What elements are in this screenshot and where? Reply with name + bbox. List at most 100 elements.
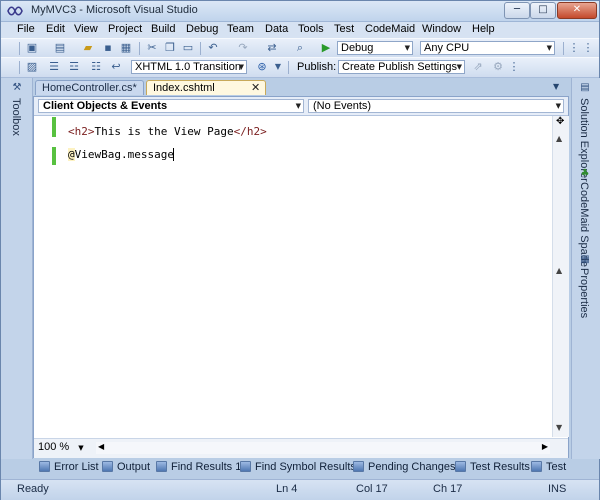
properties-icon[interactable]: ▦ xyxy=(579,254,591,266)
tab-index-cshtml[interactable]: Index.cshtml xyxy=(146,80,266,95)
test-icon xyxy=(531,461,542,472)
events-combo[interactable]: (No Events) ▼ xyxy=(308,99,564,113)
menu-debug[interactable]: Debug xyxy=(186,23,218,35)
objects-combo[interactable]: Client Objects & Events ▼ xyxy=(38,99,304,113)
title-bar: MyMVC3 - Microsoft Visual Studio ─ □ ✕ xyxy=(1,1,599,22)
chevron-down-icon: ▼ xyxy=(295,102,301,110)
publish-settings-value: Create Publish Settings xyxy=(342,61,457,73)
toolbox-icon[interactable]: ⚒ xyxy=(11,82,23,94)
paste-icon[interactable]: ▭ xyxy=(181,41,195,55)
chevron-down-icon: ▼ xyxy=(555,102,561,110)
validation-icon[interactable]: ⊛ xyxy=(255,60,269,74)
solution-platform-combo[interactable]: Any CPU ▼ xyxy=(420,41,555,55)
toolbox-tab[interactable]: Toolbox xyxy=(10,98,22,136)
code-editor: Client Objects & Events ▼ (No Events) ▼ … xyxy=(33,96,569,458)
new-project-icon[interactable]: ▣ xyxy=(25,41,39,55)
copy-icon[interactable]: ❐ xyxy=(163,41,177,55)
chevron-down-icon[interactable]: ▼ xyxy=(271,60,285,74)
comment-icon[interactable]: ▨ xyxy=(25,60,39,74)
tab-find-symbol-results[interactable]: Find Symbol Results xyxy=(240,461,356,473)
doctype-combo[interactable]: XHTML 1.0 Transition ▼ xyxy=(131,60,247,74)
menu-window[interactable]: Window xyxy=(422,23,461,35)
tab-error-list[interactable]: Error List xyxy=(39,461,99,473)
tab-test[interactable]: Test xyxy=(531,461,566,473)
publish-settings-combo[interactable]: Create Publish Settings ▼ xyxy=(338,60,465,74)
code-expression: ViewBag.message xyxy=(74,148,174,161)
menu-bar: File Edit View Project Build Debug Team … xyxy=(1,22,599,38)
navigate-icon[interactable]: ⇄ xyxy=(265,41,279,55)
toolbar-grip xyxy=(19,61,20,74)
wrap-icon[interactable]: ↩ xyxy=(109,60,123,74)
code-text-area[interactable]: <h2>This is the View Page</h2> @ViewBag.… xyxy=(58,116,552,437)
menu-team[interactable]: Team xyxy=(227,23,254,35)
save-icon[interactable]: ▪ xyxy=(101,41,115,55)
menu-project[interactable]: Project xyxy=(108,23,142,35)
undo-icon[interactable]: ↶ xyxy=(206,41,220,55)
start-debug-icon[interactable]: ▶ xyxy=(319,41,333,55)
solution-platform-value: Any CPU xyxy=(424,42,470,54)
close-window-button[interactable]: ✕ xyxy=(557,2,597,19)
solution-explorer-icon[interactable]: ▤ xyxy=(579,82,591,94)
indent-icon[interactable]: ☰ xyxy=(47,60,61,74)
scroll-left-icon[interactable]: ◀ xyxy=(98,442,104,451)
document-tab-bar: HomeController.cs* Index.cshtml ✕ xyxy=(33,79,569,96)
scroll-up-icon[interactable]: ▲ xyxy=(556,134,562,143)
split-view-icon[interactable]: ✥ xyxy=(556,116,564,127)
scroll-middle-arrow-icon[interactable]: ▲ xyxy=(556,266,562,275)
status-insert-mode: INS xyxy=(548,483,567,495)
tab-find-results-1[interactable]: Find Results 1 xyxy=(156,461,241,473)
find-icon[interactable]: ⌕ xyxy=(293,41,307,55)
horizontal-scrollbar[interactable]: ◀ ▶ xyxy=(96,442,550,454)
menu-test[interactable]: Test xyxy=(334,23,354,35)
zoom-combo[interactable]: 100 % ▼ xyxy=(38,441,94,455)
toolbar-options-icon[interactable]: ⋮ xyxy=(567,41,581,55)
minimize-button[interactable]: ─ xyxy=(504,2,530,19)
menu-data[interactable]: Data xyxy=(265,23,288,35)
close-icon[interactable]: ✕ xyxy=(251,81,260,94)
vertical-scrollbar[interactable]: ▲ ▲ ▼ xyxy=(552,116,569,437)
chevron-down-icon: ▼ xyxy=(404,44,410,52)
publish-web-icon[interactable]: ⇗ xyxy=(471,60,485,74)
cut-icon[interactable]: ✂ xyxy=(145,41,159,55)
menu-file[interactable]: File xyxy=(17,23,35,35)
solution-configuration-combo[interactable]: Debug ▼ xyxy=(337,41,413,55)
menu-tools[interactable]: Tools xyxy=(298,23,324,35)
menu-view[interactable]: View xyxy=(74,23,98,35)
find-symbol-icon xyxy=(240,461,251,472)
scroll-down-icon[interactable]: ▼ xyxy=(556,423,562,432)
format-icon[interactable]: ☷ xyxy=(89,60,103,74)
menu-edit[interactable]: Edit xyxy=(46,23,65,35)
tool-tab-label: Pending Changes xyxy=(368,461,456,473)
test-results-icon xyxy=(455,461,466,472)
codemaid-icon[interactable]: ♣ xyxy=(579,168,591,180)
tab-overflow-icon[interactable]: ▼ xyxy=(553,82,559,91)
chevron-down-icon: ▼ xyxy=(456,63,462,71)
tab-test-results[interactable]: Test Results xyxy=(455,461,530,473)
tab-homecontroller[interactable]: HomeController.cs* xyxy=(35,80,144,95)
toolbar-overflow-icon[interactable]: ⋮ xyxy=(581,41,595,55)
publish-settings-icon[interactable]: ⚙ xyxy=(491,60,505,74)
add-item-icon[interactable]: ▤ xyxy=(53,41,67,55)
redo-icon[interactable]: ↷ xyxy=(236,41,250,55)
publish-label: Publish: xyxy=(297,61,337,73)
tab-pending-changes[interactable]: Pending Changes xyxy=(353,461,455,473)
solution-configuration-value: Debug xyxy=(341,42,374,54)
line-gutter[interactable] xyxy=(34,116,50,437)
toolbar-overflow-icon[interactable]: ⋮ xyxy=(507,60,521,74)
tab-label: Index.cshtml xyxy=(153,82,215,94)
menu-help[interactable]: Help xyxy=(472,23,495,35)
editor-bottom-bar: 100 % ▼ ◀ ▶ xyxy=(34,438,568,458)
pending-changes-icon xyxy=(353,461,364,472)
outdent-icon[interactable]: ☲ xyxy=(67,60,81,74)
maximize-button[interactable]: □ xyxy=(530,2,556,19)
code-line-1: <h2>This is the View Page</h2> xyxy=(68,125,267,138)
menu-build[interactable]: Build xyxy=(151,23,175,35)
open-file-icon[interactable]: ▰ xyxy=(81,41,95,55)
properties-tab[interactable]: Properties xyxy=(578,268,590,318)
output-icon xyxy=(102,461,113,472)
save-all-icon[interactable]: ▦ xyxy=(119,41,133,55)
scroll-right-icon[interactable]: ▶ xyxy=(542,442,548,451)
tool-tab-label: Find Results 1 xyxy=(171,461,242,473)
tab-output[interactable]: Output xyxy=(102,461,150,473)
menu-codemaid[interactable]: CodeMaid xyxy=(365,23,415,35)
